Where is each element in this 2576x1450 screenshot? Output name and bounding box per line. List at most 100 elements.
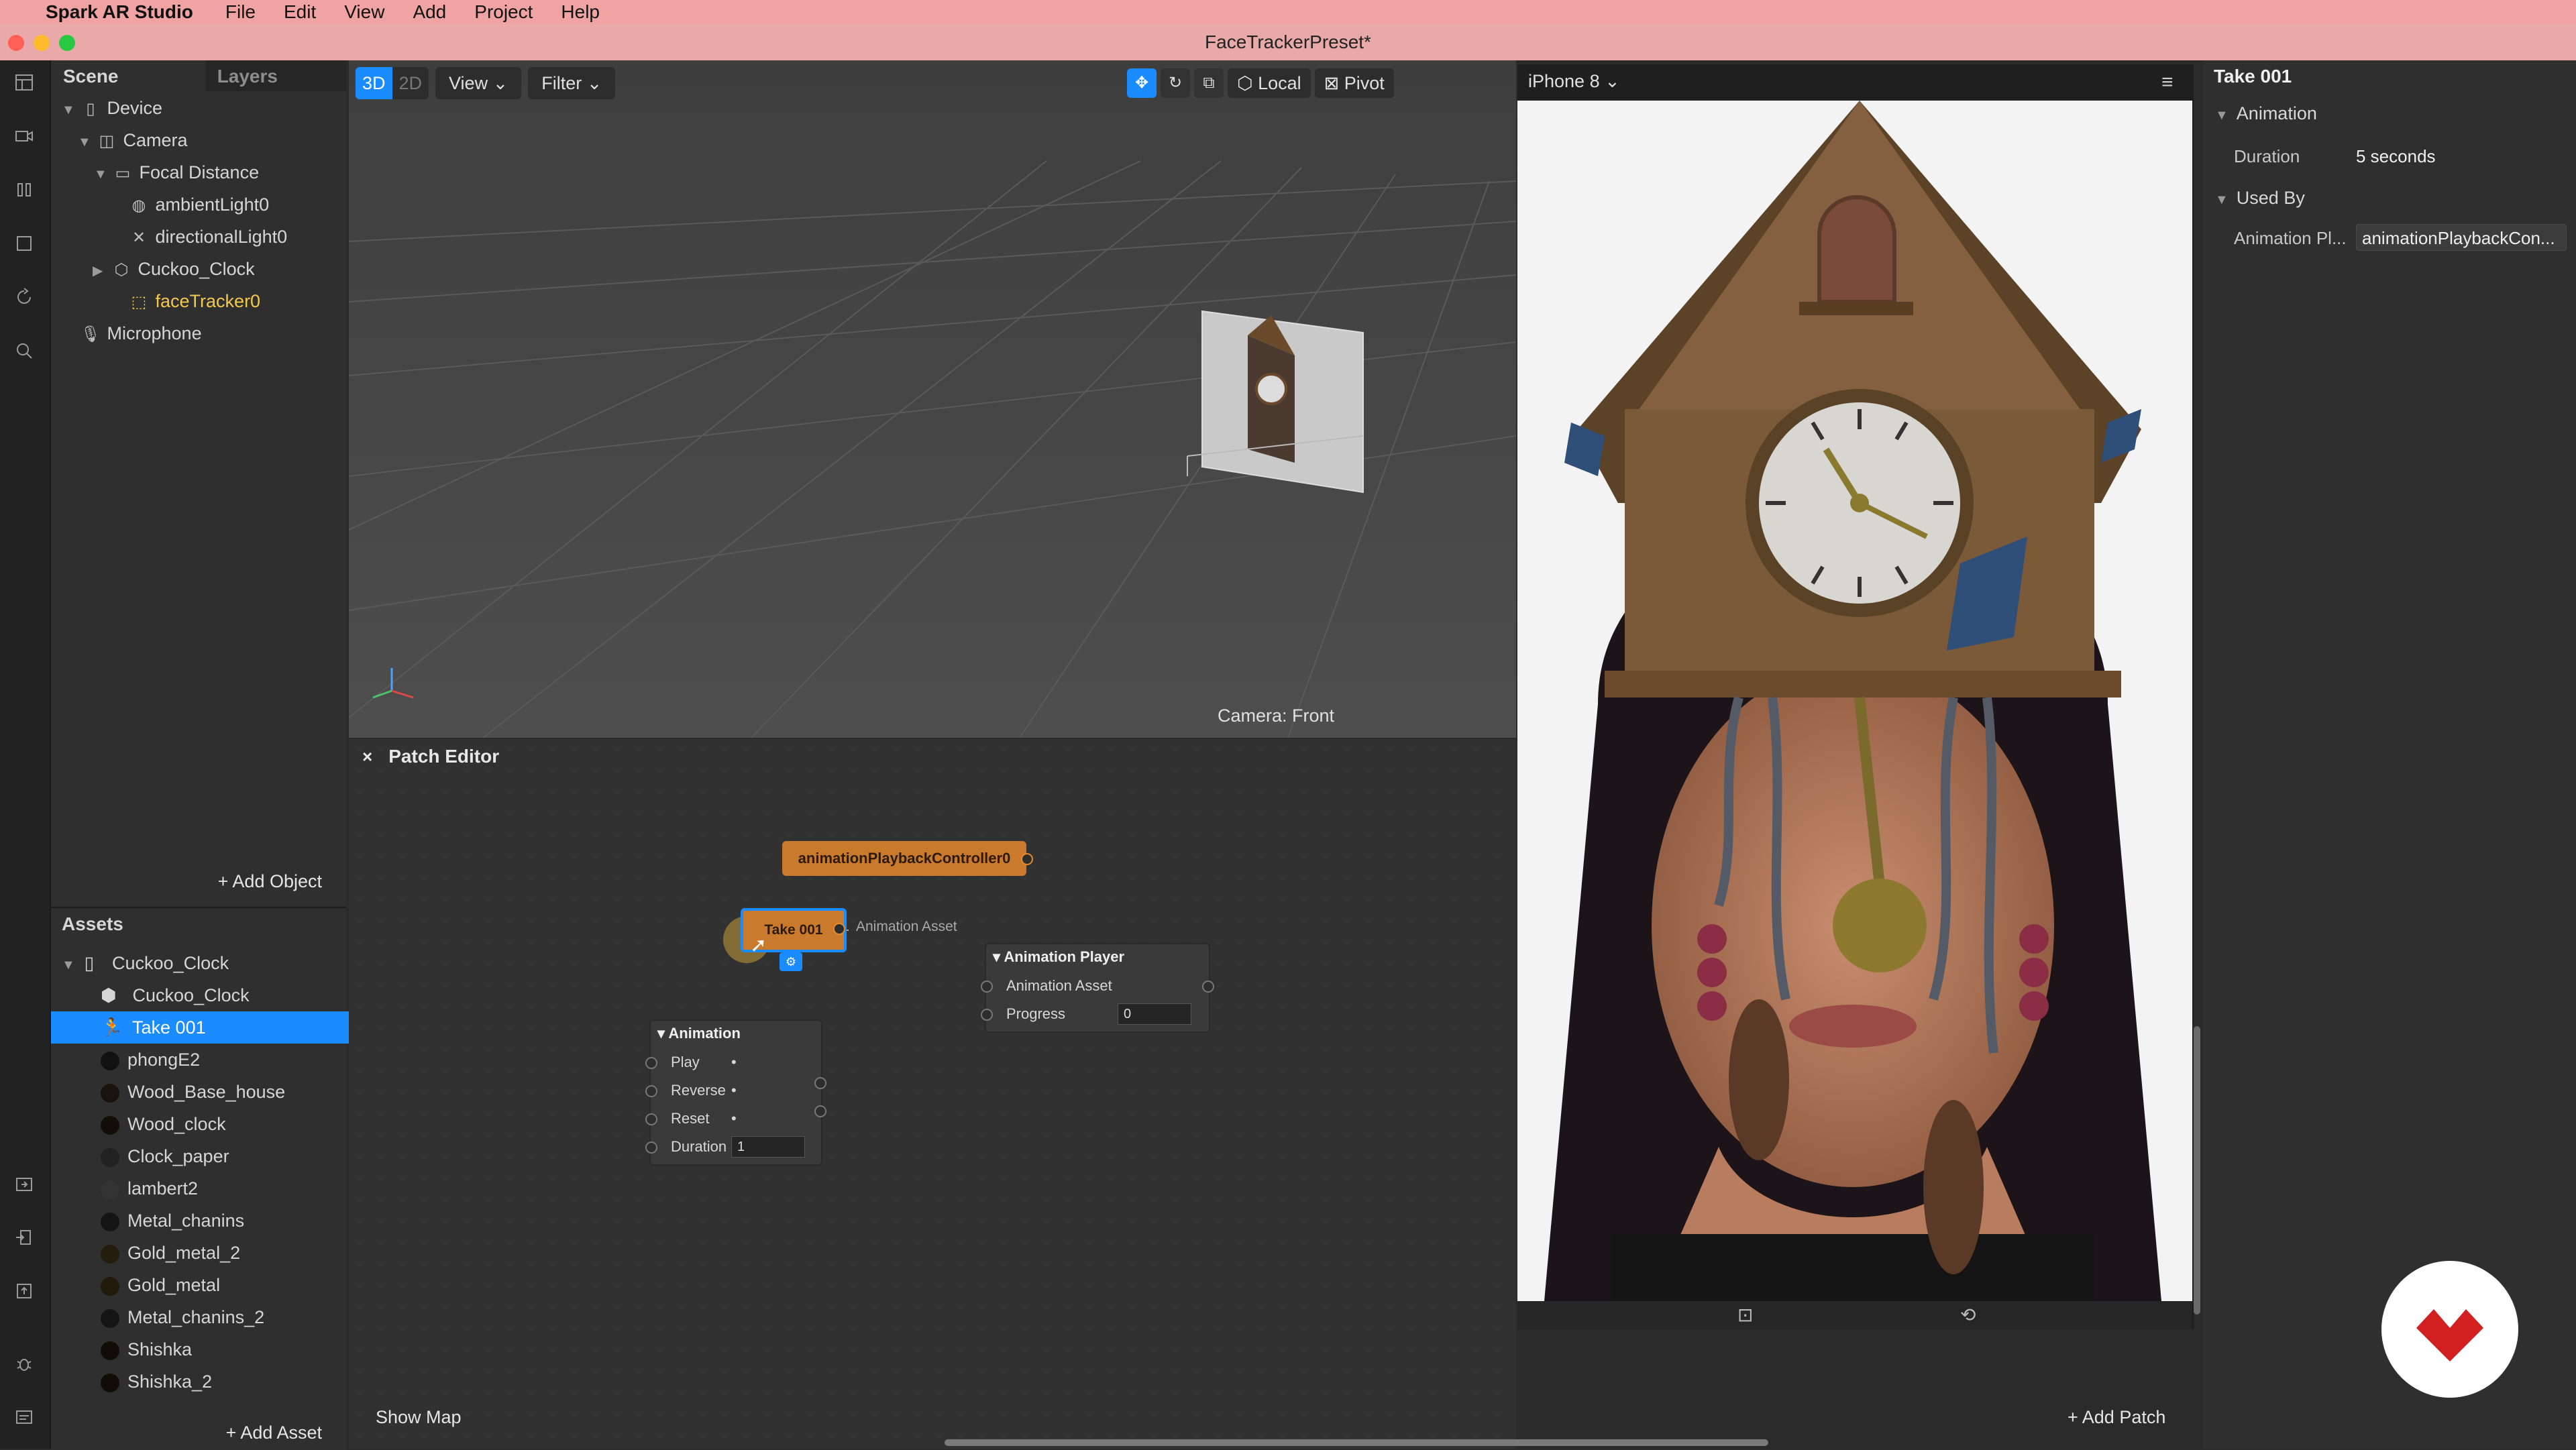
send-icon[interactable]	[12, 1227, 36, 1251]
refresh-icon[interactable]	[12, 287, 36, 311]
reset-input[interactable]: Reset •	[651, 1105, 821, 1132]
asset-item-phonge2[interactable]: phongE2	[51, 1044, 396, 1076]
animation-player-patch[interactable]: ▾ Animation Player Animation Asset Progr…	[981, 943, 1214, 1033]
asset-item-metal-chanins[interactable]: Metal_chanins	[51, 1205, 396, 1237]
vertical-scrollbar[interactable]	[2194, 1026, 2200, 1315]
menu-edit[interactable]: Edit	[284, 1, 316, 23]
asset-item-wood-clock[interactable]: Wood_clock	[51, 1108, 396, 1140]
minimize-window-button[interactable]	[34, 35, 50, 51]
asset-item-clock-paper[interactable]: Clock_paper	[51, 1140, 396, 1172]
layout-icon[interactable]	[12, 233, 36, 258]
menu-icon[interactable]: ≡	[2161, 71, 2174, 94]
asset-item-take-001[interactable]: 🏃 Take 001 A	[51, 1011, 396, 1044]
output-port[interactable]	[1202, 981, 1214, 993]
rotate-device-icon[interactable]: ⟲	[1960, 1304, 1976, 1326]
move-tool-icon[interactable]: ✥	[1127, 68, 1157, 98]
chevron-down-icon[interactable]: ▾	[993, 948, 1004, 965]
app-menu[interactable]: Spark AR Studio	[46, 1, 193, 23]
play-input[interactable]: Play •	[651, 1049, 821, 1076]
local-toggle[interactable]: ⬡ Local	[1228, 68, 1311, 98]
tree-item-microphone[interactable]: 🎙 Microphone	[51, 318, 357, 349]
show-map-button[interactable]: Show Map	[376, 1407, 462, 1428]
chevron-down-icon[interactable]: ▼	[62, 949, 79, 981]
asset-item-wood-base-house[interactable]: Wood_Base_house	[51, 1076, 396, 1108]
horizontal-scrollbar[interactable]	[945, 1439, 1768, 1446]
zoom-window-button[interactable]	[59, 35, 75, 51]
settings-icon[interactable]: ⚙	[780, 952, 802, 971]
controller-output-port[interactable]	[1021, 853, 1033, 865]
asset-item-lambert2[interactable]: lambert2	[51, 1172, 396, 1205]
tree-item-camera[interactable]: ▼ ◫ Camera	[51, 125, 373, 156]
asset-item-gold-metal[interactable]: Gold_metal	[51, 1269, 396, 1301]
tab-scene[interactable]: Scene	[51, 60, 205, 91]
console-icon[interactable]	[12, 1407, 36, 1431]
asset-item-cuckoo-clock-file[interactable]: ▼ ▯ Cuckoo_Clock	[51, 947, 357, 979]
play-port[interactable]	[645, 1057, 657, 1069]
scene-viewport[interactable]	[349, 60, 1516, 738]
animation-output-port-2[interactable]	[814, 1105, 826, 1117]
animation-asset-input[interactable]: Animation Asset	[986, 972, 1209, 999]
mode-3d-button[interactable]: 3D	[356, 67, 392, 99]
asset-item-shishka-2[interactable]: Shishka_2	[51, 1365, 396, 1398]
video-icon[interactable]	[12, 126, 36, 150]
section-animation[interactable]: ▼ Animation	[2215, 103, 2317, 124]
chevron-down-icon[interactable]: ▼	[94, 159, 111, 190]
tree-item-focal-distance[interactable]: ▼ ▭ Focal Distance	[51, 157, 389, 188]
menu-project[interactable]: Project	[474, 1, 533, 23]
close-window-button[interactable]	[8, 35, 24, 51]
take-output-port[interactable]	[833, 923, 845, 935]
menu-file[interactable]: File	[225, 1, 256, 23]
pivot-toggle[interactable]: ⊠ Pivot	[1314, 68, 1394, 98]
chevron-right-icon[interactable]: ▶	[93, 256, 110, 286]
animation-output-port-1[interactable]	[814, 1077, 826, 1089]
pulse-dot-icon[interactable]: •	[731, 1077, 737, 1104]
menu-add[interactable]: Add	[413, 1, 446, 23]
asset-item-metal-chanins-2[interactable]: Metal_chanins_2	[51, 1301, 396, 1333]
filter-dropdown-label: Filter	[541, 73, 582, 93]
menu-view[interactable]: View	[344, 1, 384, 23]
chevron-down-icon[interactable]: ▼	[62, 95, 79, 125]
duration-value-field[interactable]: 1	[731, 1136, 805, 1158]
device-dropdown[interactable]: iPhone 8 ⌄	[1528, 71, 1620, 92]
tree-item-device[interactable]: ▼ ▯ Device	[51, 93, 357, 123]
asset-item-shishka[interactable]: Shishka	[51, 1333, 396, 1365]
progress-value-field[interactable]: 0	[1118, 1003, 1191, 1025]
pulse-dot-icon[interactable]: •	[731, 1049, 737, 1076]
reset-port[interactable]	[645, 1113, 657, 1125]
camera-view-label[interactable]: Camera: Front	[1218, 706, 1334, 726]
scene-layout-icon[interactable]	[12, 72, 36, 97]
section-used-by[interactable]: ▼ Used By	[2215, 188, 2305, 209]
export-icon[interactable]	[12, 1281, 36, 1305]
reverse-input[interactable]: Reverse •	[651, 1077, 821, 1104]
animation-asset-port[interactable]	[981, 981, 993, 993]
menu-help[interactable]: Help	[561, 1, 600, 23]
chevron-down-icon[interactable]: ▾	[657, 1025, 668, 1042]
filter-dropdown[interactable]: Filter ⌄	[528, 67, 616, 99]
playback-icon[interactable]	[12, 180, 36, 204]
pulse-dot-icon[interactable]: •	[731, 1105, 737, 1132]
import-icon[interactable]	[12, 1174, 36, 1198]
used-by-reference-field[interactable]: animationPlaybackCon...	[2356, 224, 2567, 251]
search-icon[interactable]	[12, 341, 36, 365]
add-asset-button[interactable]: + Add Asset	[226, 1423, 322, 1443]
chevron-down-icon[interactable]: ▼	[2215, 192, 2229, 207]
asset-item-cuckoo-clock-mesh[interactable]: ⬢ Cuckoo_Clock	[51, 979, 396, 1011]
simulator-preview[interactable]	[1517, 101, 2192, 1301]
animation-patch[interactable]: ▾ Animation Play • Reverse • Reset • Durati…	[645, 1019, 826, 1166]
reverse-port[interactable]	[645, 1085, 657, 1097]
chevron-down-icon[interactable]: ▼	[2215, 108, 2229, 123]
tab-layers[interactable]: Layers	[205, 60, 346, 91]
duration-port[interactable]	[645, 1141, 657, 1154]
view-dropdown[interactable]: View ⌄	[435, 67, 522, 99]
controller-patch-node[interactable]: animationPlaybackController0	[782, 841, 1026, 876]
progress-port[interactable]	[981, 1009, 993, 1021]
add-object-button[interactable]: + Add Object	[218, 871, 322, 892]
asset-item-gold-metal-2[interactable]: Gold_metal_2	[51, 1237, 396, 1269]
scale-tool-icon[interactable]: ⧉	[1194, 68, 1224, 98]
screenshot-icon[interactable]: ⊡	[1737, 1304, 1753, 1326]
add-patch-button[interactable]: + Add Patch	[2068, 1407, 2165, 1428]
bug-icon[interactable]	[12, 1353, 36, 1378]
mode-2d-button[interactable]: 2D	[392, 67, 429, 99]
rotate-tool-icon[interactable]: ↻	[1161, 68, 1190, 98]
chevron-down-icon[interactable]: ▼	[78, 127, 95, 158]
